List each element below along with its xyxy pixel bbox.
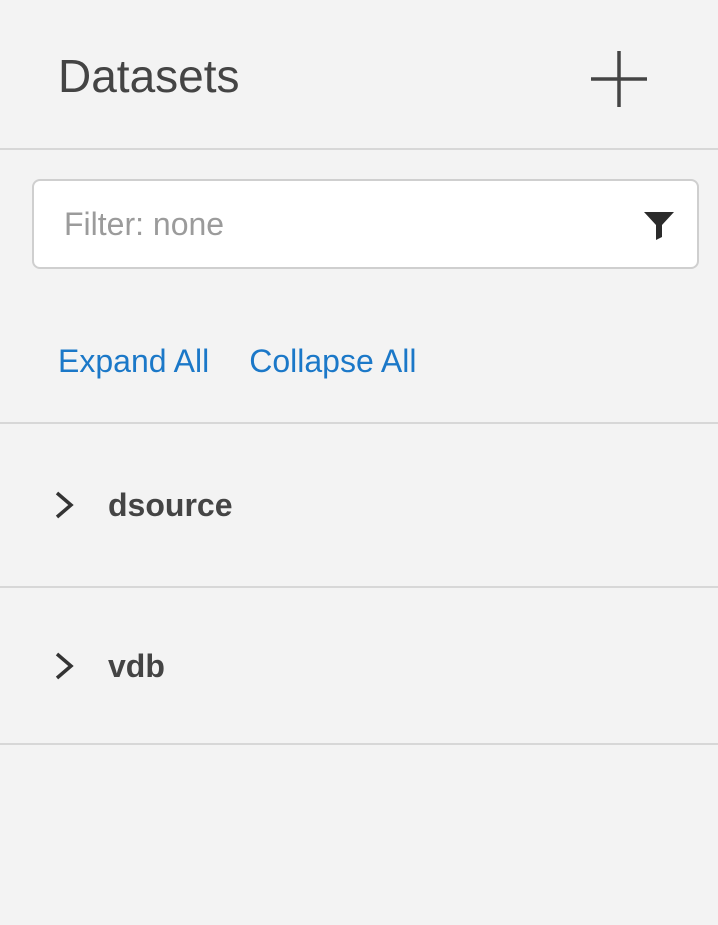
panel-header: Datasets [0,0,718,150]
tree-actions: Expand All Collapse All [58,336,416,386]
datasets-panel: Datasets Expand All Collapse All dsource… [0,0,718,925]
tree-item-dsource[interactable]: dsource [0,424,718,584]
chevron-right-icon[interactable] [52,490,76,520]
add-dataset-button[interactable] [586,46,652,112]
filter-input[interactable] [34,181,614,267]
tree-item-label: dsource [108,487,233,523]
tree-item-vdb[interactable]: vdb [0,588,718,748]
expand-all-link[interactable]: Expand All [58,343,209,380]
collapse-all-link[interactable]: Collapse All [249,343,416,380]
divider [0,743,718,745]
filter-field [32,179,699,269]
page-title: Datasets [58,50,240,102]
plus-icon [591,51,647,107]
tree-item-label: vdb [108,648,165,684]
chevron-right-icon[interactable] [52,651,76,681]
funnel-icon[interactable] [642,208,676,242]
